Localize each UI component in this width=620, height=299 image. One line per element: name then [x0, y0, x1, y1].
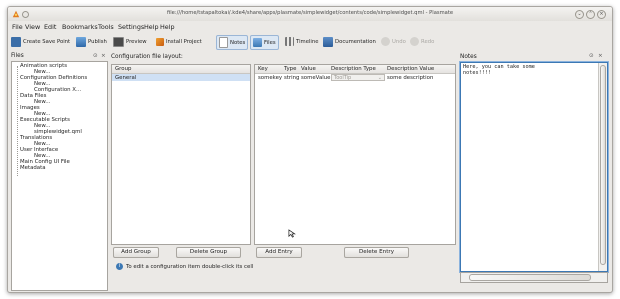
notes-dock-float-icon[interactable]: ⊙ [589, 53, 594, 59]
documentation-icon [323, 36, 333, 47]
minimize-button[interactable]: ⌄ [575, 10, 584, 19]
menu-settings[interactable]: Settings [118, 23, 144, 31]
window-title: file:///home/tstapaltokai/.kde4/share/ap… [166, 10, 454, 16]
plasmate-window: file:///home/tstapaltokai/.kde4/share/ap… [7, 6, 613, 293]
documentation-button[interactable]: Documentation [321, 35, 378, 48]
menu-help[interactable]: Help [144, 23, 159, 31]
publish-label: Publish [88, 38, 107, 45]
col-value: Value [301, 66, 316, 72]
preview-button[interactable]: Preview [111, 35, 149, 48]
menu-bookmarks[interactable]: Bookmarks [62, 23, 98, 31]
menu-file[interactable]: File [12, 23, 23, 31]
preview-icon [113, 36, 124, 47]
notes-hscroll-thumb[interactable] [469, 274, 591, 281]
mouse-cursor-icon [288, 229, 296, 238]
redo-label: Redo [421, 38, 435, 45]
col-description-value: Description Value [387, 66, 435, 72]
timeline-label: Timeline [296, 38, 319, 45]
create-save-point-button[interactable]: Create Save Point [9, 35, 72, 48]
files-toggle[interactable]: Files [250, 35, 279, 50]
menu-tools[interactable]: Tools [98, 23, 114, 31]
install-project-label: Install Project [166, 38, 202, 45]
description-type-value: ToolTip [334, 75, 352, 81]
notes-dock-title: Notes [460, 54, 477, 60]
menu-view[interactable]: View [25, 23, 40, 31]
notes-dock-close-icon[interactable]: × [598, 53, 603, 59]
groups-header: Group [112, 65, 250, 74]
delete-entry-button[interactable]: Delete Entry [344, 247, 409, 258]
files-tree[interactable]: Animation scripts New... Configuration D… [11, 61, 108, 291]
tree-guide [17, 66, 18, 176]
timeline-button[interactable]: Timeline [283, 35, 321, 48]
redo-icon [410, 37, 419, 46]
add-entry-button[interactable]: Add Entry [256, 247, 302, 258]
save-point-icon [11, 36, 21, 47]
files-icon [253, 38, 262, 47]
notes-label: Notes [230, 39, 246, 46]
config-layout-title: Configuration file layout: [111, 54, 183, 60]
files-label: Files [264, 39, 276, 46]
add-group-button[interactable]: Add Group [113, 247, 159, 258]
notes-area[interactable]: Here, you can take some notes!!!! [460, 62, 608, 272]
info-icon: i [116, 263, 123, 270]
entries-table[interactable]: Key Type Value Description Type Descript… [254, 64, 456, 245]
col-description-type: Description Type [331, 66, 376, 72]
redo-button[interactable]: Redo [408, 35, 436, 48]
undo-button[interactable]: Undo [379, 35, 408, 48]
config-hint: To edit a configuration item double-clic… [126, 264, 254, 270]
group-row-general[interactable]: General [115, 75, 136, 81]
files-dock-title: Files [11, 53, 24, 59]
tree-item-metadata[interactable]: Metadata [20, 165, 46, 171]
tree-folder-configuration-definitions[interactable]: Configuration Definitions [20, 75, 87, 81]
create-save-point-label: Create Save Point [23, 38, 71, 45]
publish-button[interactable]: Publish [74, 35, 109, 48]
description-type-combo[interactable]: ToolTip ⌄ [331, 74, 385, 81]
entry-key-cell[interactable]: somekey [258, 75, 282, 81]
menu-edit[interactable]: Edit [44, 23, 56, 31]
files-dock-close-icon[interactable]: × [101, 53, 106, 59]
main-toolbar: Create Save Point Publish Preview Instal… [8, 34, 612, 50]
close-button[interactable]: × [597, 10, 606, 19]
undo-icon [381, 37, 390, 46]
notes-vertical-scrollbar[interactable] [598, 63, 607, 271]
files-dock-float-icon[interactable]: ⊙ [93, 53, 98, 59]
notes-scroll-thumb[interactable] [600, 65, 606, 265]
maximize-button[interactable]: ⌃ [586, 10, 595, 19]
undo-label: Undo [392, 38, 406, 45]
entry-description-value-cell[interactable]: some description [387, 75, 433, 81]
install-icon [156, 37, 164, 46]
col-type: Type [284, 66, 297, 72]
entry-value-cell[interactable]: someValue [301, 75, 330, 81]
entry-type-cell[interactable]: string [284, 75, 299, 81]
notes-toggle[interactable]: Notes [216, 35, 249, 50]
delete-group-button[interactable]: Delete Group [176, 247, 241, 258]
groups-header-label: Group [115, 66, 132, 72]
documentation-label: Documentation [335, 38, 376, 45]
menu-help-2[interactable]: Help [160, 23, 175, 31]
title-bar: file:///home/tstapaltokai/.kde4/share/ap… [8, 7, 612, 21]
combo-arrow-icon: ⌄ [377, 75, 382, 81]
menu-bar: File View Edit Bookmarks Tools Settings … [8, 22, 612, 33]
entries-header: Key Type Value Description Type Descript… [255, 65, 455, 74]
publish-icon [76, 36, 86, 47]
col-key: Key [258, 66, 268, 72]
notes-horizontal-scrollbar[interactable] [460, 272, 608, 283]
groups-list[interactable]: Group General [111, 64, 251, 245]
preview-label: Preview [126, 38, 147, 45]
notes-text[interactable]: Here, you can take some notes!!!! [463, 64, 595, 76]
notes-icon [219, 37, 228, 48]
timeline-icon [285, 37, 294, 46]
install-project-button[interactable]: Install Project [154, 35, 204, 48]
